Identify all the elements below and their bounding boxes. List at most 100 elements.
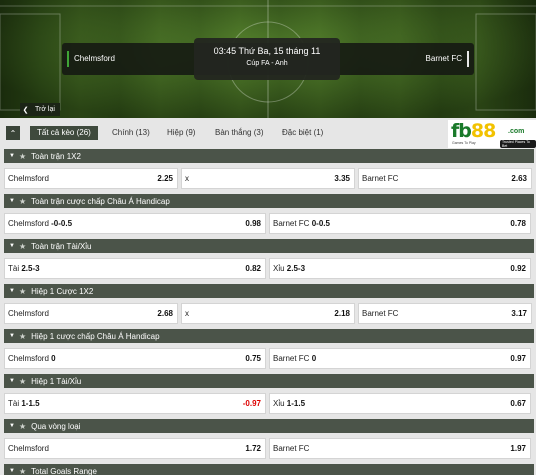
caret-down-icon: ▼: [9, 288, 15, 294]
star-icon[interactable]: ★: [19, 242, 26, 251]
caret-down-icon: ▼: [9, 423, 15, 429]
odds-cell-home[interactable]: Chelmsford -0-0.5 0.98: [4, 213, 266, 234]
selection-label: Chelmsford: [8, 354, 49, 363]
market-header[interactable]: ▼ ★ Qua vòng loại: [4, 419, 534, 433]
star-icon[interactable]: ★: [19, 467, 26, 475]
match-header: Chelmsford 03:45 Thứ Ba, 15 tháng 11 Cúp…: [0, 0, 536, 118]
market-title: Total Goals Range: [31, 466, 97, 475]
market-firsthalf-1x2: ▼ ★ Hiệp 1 Cược 1X2 Chelmsford 2.68 x 2.18…: [4, 284, 534, 324]
tab-special[interactable]: Đặc biệt (1): [282, 126, 323, 140]
odds-value: 1.72: [245, 444, 261, 453]
star-icon[interactable]: ★: [19, 287, 26, 296]
odds-cell-away[interactable]: Barnet FC 2.63: [358, 168, 532, 189]
star-icon[interactable]: ★: [19, 377, 26, 386]
tab-all-markets[interactable]: Tất cả kèo (26): [30, 126, 98, 140]
selection-label: Tài: [8, 264, 20, 273]
caret-down-icon: ▼: [9, 243, 15, 249]
market-title: Hiệp 1 Cược 1X2: [31, 286, 94, 296]
market-header[interactable]: ▼ ★ Hiệp 1 cược chấp Châu Á Handicap: [4, 329, 534, 343]
market-fulltime-1x2: ▼ ★ Toàn trận 1X2 Chelmsford 2.25 x 3.35 B…: [4, 149, 534, 189]
caret-down-icon: ▼: [9, 198, 15, 204]
market-title: Toàn trận 1X2: [31, 151, 81, 161]
star-icon[interactable]: ★: [19, 197, 26, 206]
odds-value: 0.82: [245, 264, 261, 273]
market-title: Toàn trận cược chấp Châu Á Handicap: [31, 196, 170, 206]
logo-domain: .com: [508, 128, 525, 135]
star-icon[interactable]: ★: [19, 422, 26, 431]
selection-label: Barnet FC: [273, 219, 310, 228]
handicap-line: 0-0.5: [311, 219, 330, 228]
star-icon[interactable]: ★: [19, 332, 26, 341]
odds-cell-under[interactable]: Xỉu 1-1.5 0.67: [269, 393, 531, 414]
market-title: Qua vòng loại: [31, 421, 81, 431]
odds-cell-away[interactable]: Barnet FC 0-0.5 0.78: [269, 213, 531, 234]
odds-cell-home[interactable]: Chelmsford 0 0.75: [4, 348, 266, 369]
odds-cell-over[interactable]: Tài 1-1.5 -0.97: [4, 393, 266, 414]
odds-value: 2.63: [511, 174, 527, 183]
selection-label: Barnet FC: [362, 174, 399, 183]
odds-value: 2.18: [334, 309, 350, 318]
odds-value: 0.78: [510, 219, 526, 228]
total-line: 1-1.5: [21, 399, 40, 408]
selection-label: Chelmsford: [8, 309, 49, 318]
home-team-name: Chelmsford: [74, 54, 115, 63]
selection-label: Barnet FC: [273, 354, 310, 363]
logo-88: 88: [470, 120, 496, 142]
selection-label: Xỉu: [273, 399, 285, 408]
total-line: 2.5-3: [21, 264, 40, 273]
home-team-marker: [67, 51, 69, 67]
market-fulltime-handicap: ▼ ★ Toàn trận cược chấp Châu Á Handicap …: [4, 194, 534, 234]
odds-row: Tài 2.5-3 0.82 Xỉu 2.5-3 0.92: [4, 253, 534, 279]
star-icon[interactable]: ★: [19, 152, 26, 161]
odds-row: Chelmsford -0-0.5 0.98 Barnet FC 0-0.5 0.7…: [4, 208, 534, 234]
selection-label: Chelmsford: [8, 174, 49, 183]
handicap-line: 0: [311, 354, 317, 363]
odds-value: 3.17: [511, 309, 527, 318]
selection-label: x: [185, 174, 189, 183]
market-header[interactable]: ▼ ★ Total Goals Range: [4, 464, 534, 475]
market-header[interactable]: ▼ ★ Toàn trận cược chấp Châu Á Handicap: [4, 194, 534, 208]
market-firsthalf-over-under: ▼ ★ Hiệp 1 Tài/Xỉu Tài 1-1.5 -0.97 Xỉu 1-…: [4, 374, 534, 414]
back-button[interactable]: ❮ Trở lại: [20, 103, 60, 116]
odds-cell-home[interactable]: Chelmsford 2.25: [4, 168, 178, 189]
odds-value: -0.97: [242, 399, 261, 408]
tab-main[interactable]: Chính (13): [112, 126, 150, 140]
back-label: Trở lại: [31, 103, 60, 116]
odds-row: Tài 1-1.5 -0.97 Xỉu 1-1.5 0.67: [4, 388, 534, 414]
odds-cell-home[interactable]: Chelmsford 1.72: [4, 438, 266, 459]
market-tabs: ⌃ Tất cả kèo (26) Chính (13) Hiệp (9) Bà…: [0, 118, 536, 148]
kickoff-time: 03:45 Thứ Ba, 15 tháng 11: [213, 46, 321, 56]
odds-cell-away[interactable]: Barnet FC 1.97: [269, 438, 531, 459]
fb88-logo: fb88 .com Games To Play Trusted Places T…: [448, 120, 536, 148]
market-firsthalf-handicap: ▼ ★ Hiệp 1 cược chấp Châu Á Handicap Che…: [4, 329, 534, 369]
odds-row: Chelmsford 2.68 x 2.18 Barnet FC 3.17: [4, 298, 534, 324]
market-title: Toàn trận Tài/Xỉu: [31, 241, 92, 251]
odds-cell-away[interactable]: Barnet FC 0 0.97: [269, 348, 531, 369]
market-header[interactable]: ▼ ★ Toàn trận Tài/Xỉu: [4, 239, 534, 253]
odds-cell-away[interactable]: Barnet FC 3.17: [358, 303, 532, 324]
odds-cell-home[interactable]: Chelmsford 2.68: [4, 303, 178, 324]
market-header[interactable]: ▼ ★ Hiệp 1 Cược 1X2: [4, 284, 534, 298]
odds-value: 0.92: [510, 264, 526, 273]
odds-value: 0.97: [510, 354, 526, 363]
selection-label: Tài: [8, 399, 20, 408]
market-header[interactable]: ▼ ★ Hiệp 1 Tài/Xỉu: [4, 374, 534, 388]
odds-value: 3.35: [334, 174, 350, 183]
tab-goals[interactable]: Bàn thắng (3): [215, 126, 263, 140]
market-to-qualify: ▼ ★ Qua vòng loại Chelmsford 1.72 Barnet …: [4, 419, 534, 459]
selection-label: Barnet FC: [362, 309, 399, 318]
collapse-all-icon[interactable]: ⌃: [6, 126, 20, 140]
selection-label: Barnet FC: [273, 444, 310, 453]
match-info: 03:45 Thứ Ba, 15 tháng 11 Cúp FA - Anh: [194, 38, 340, 80]
tab-half[interactable]: Hiệp (9): [167, 126, 195, 140]
odds-cell-draw[interactable]: x 2.18: [181, 303, 355, 324]
selection-label: Xỉu: [273, 264, 285, 273]
odds-cell-draw[interactable]: x 3.35: [181, 168, 355, 189]
selection-label: x: [185, 309, 189, 318]
odds-row: Chelmsford 1.72 Barnet FC 1.97: [4, 433, 534, 459]
market-header[interactable]: ▼ ★ Toàn trận 1X2: [4, 149, 534, 163]
odds-cell-under[interactable]: Xỉu 2.5-3 0.92: [269, 258, 531, 279]
odds-value: 0.75: [245, 354, 261, 363]
odds-value: 0.98: [245, 219, 261, 228]
odds-cell-over[interactable]: Tài 2.5-3 0.82: [4, 258, 266, 279]
